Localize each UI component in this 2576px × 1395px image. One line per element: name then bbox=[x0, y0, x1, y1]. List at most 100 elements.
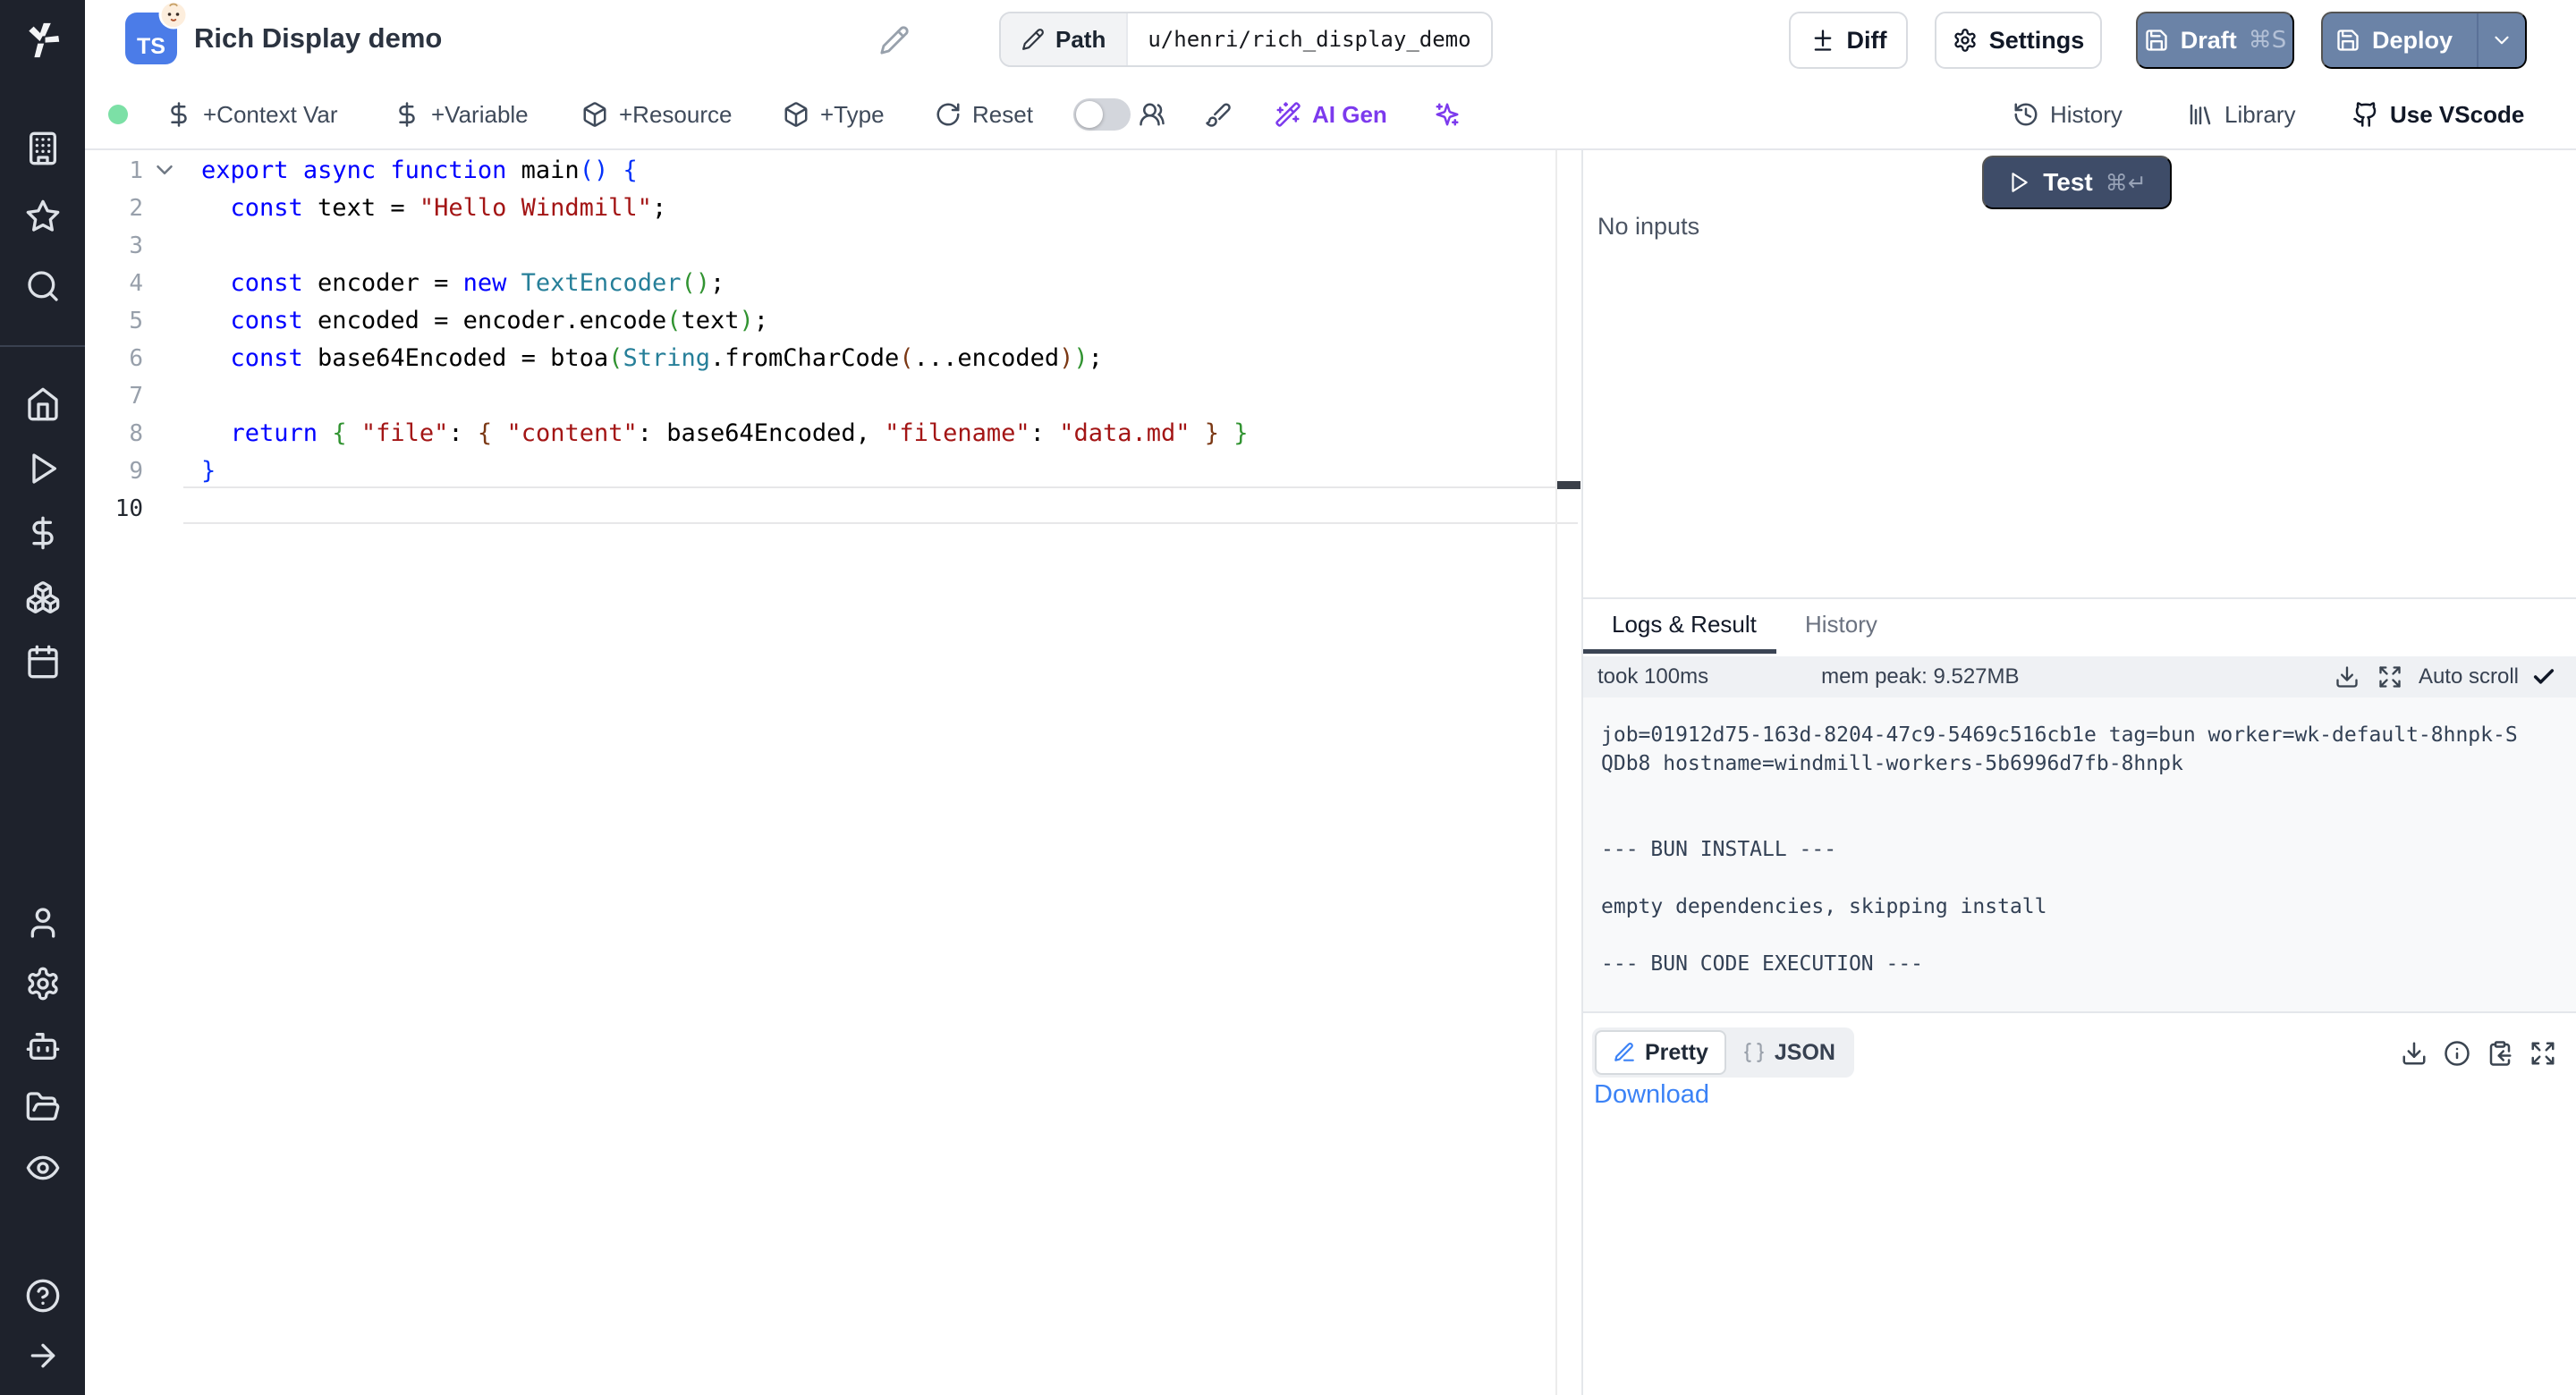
tab-history[interactable]: History bbox=[1805, 599, 1877, 649]
history-button[interactable]: History bbox=[2012, 80, 2123, 148]
user-icon[interactable] bbox=[25, 905, 61, 941]
path-label[interactable]: Path bbox=[1001, 13, 1128, 65]
line-number: 8 bbox=[85, 415, 183, 452]
line-number-gutter: 12345678910 bbox=[85, 152, 183, 528]
reset-label: Reset bbox=[972, 101, 1033, 129]
add-type-button[interactable]: +Type bbox=[783, 80, 885, 148]
job-logs[interactable]: job=01912d75-163d-8204-47c9-5469c516cb1e… bbox=[1583, 698, 2576, 1011]
download-logs-icon[interactable] bbox=[2334, 664, 2360, 689]
code-line[interactable] bbox=[201, 377, 1249, 415]
expand-logs-icon[interactable] bbox=[2377, 664, 2402, 689]
edit-summary-pencil-icon[interactable] bbox=[879, 25, 910, 55]
fold-chevron-down-icon[interactable] bbox=[151, 156, 178, 183]
check-icon[interactable] bbox=[2531, 664, 2556, 689]
add-context-var-label: +Context Var bbox=[203, 101, 338, 129]
tab-logs-result[interactable]: Logs & Result bbox=[1612, 599, 1757, 649]
job-stats-bar: took 100ms mem peak: 9.527MB Auto scroll bbox=[1583, 656, 2576, 698]
deploy-button-label: Deploy bbox=[2372, 27, 2453, 55]
dollar-icon bbox=[394, 101, 420, 128]
auto-scroll-label[interactable]: Auto scroll bbox=[2419, 664, 2519, 689]
format-brush-button[interactable] bbox=[1205, 80, 1232, 148]
bot-icon[interactable] bbox=[25, 1028, 61, 1064]
code-content[interactable]: export async function main() { const tex… bbox=[201, 152, 1249, 528]
copy-clipboard-icon[interactable] bbox=[2487, 1040, 2513, 1067]
schedules-calendar-icon[interactable] bbox=[25, 644, 61, 680]
runs-play-icon[interactable] bbox=[25, 451, 61, 486]
code-line[interactable] bbox=[201, 227, 1249, 265]
active-tab-underline bbox=[1583, 649, 1776, 654]
deploy-button[interactable]: Deploy bbox=[2321, 12, 2527, 69]
add-context-var-button[interactable]: +Context Var bbox=[165, 80, 338, 148]
line-number: 5 bbox=[85, 302, 183, 340]
reset-button[interactable]: Reset bbox=[935, 80, 1033, 148]
paintbrush-icon bbox=[1205, 101, 1232, 128]
refresh-icon bbox=[935, 101, 962, 128]
use-vscode-button[interactable]: Use VScode bbox=[2352, 80, 2524, 148]
save-icon bbox=[2335, 28, 2360, 53]
ai-gen-label: AI Gen bbox=[1312, 101, 1387, 129]
search-icon[interactable] bbox=[25, 268, 61, 304]
add-variable-button[interactable]: +Variable bbox=[394, 80, 529, 148]
test-button[interactable]: Test ⌘↵ bbox=[1982, 156, 2172, 209]
add-resource-label: +Resource bbox=[619, 101, 732, 129]
home-icon[interactable] bbox=[25, 386, 61, 422]
path-widget[interactable]: Path u/henri/rich_display_demo bbox=[999, 12, 1493, 67]
download-result-icon[interactable] bbox=[2401, 1040, 2428, 1067]
save-icon bbox=[2144, 28, 2169, 53]
windmill-logo[interactable] bbox=[0, 0, 85, 80]
ai-gen-button[interactable]: AI Gen bbox=[1275, 80, 1387, 148]
code-editor[interactable]: 12345678910 export async function main()… bbox=[85, 150, 1581, 1395]
draft-button[interactable]: Draft ⌘S bbox=[2136, 12, 2294, 69]
settings-button-label: Settings bbox=[1989, 27, 2085, 55]
code-line[interactable]: const text = "Hello Windmill"; bbox=[201, 190, 1249, 227]
settings-gear-icon[interactable] bbox=[25, 966, 61, 1002]
info-icon[interactable] bbox=[2444, 1040, 2470, 1067]
favorites-star-icon[interactable] bbox=[25, 199, 61, 234]
code-line[interactable]: const encoded = encoder.encode(text); bbox=[201, 302, 1249, 340]
multiplayer-toggle[interactable] bbox=[1073, 80, 1131, 148]
code-line[interactable]: } bbox=[201, 452, 1249, 490]
app-sidebar bbox=[0, 0, 85, 1395]
add-resource-button[interactable]: +Resource bbox=[581, 80, 732, 148]
toggle-switch-off[interactable] bbox=[1073, 98, 1131, 131]
package-icon bbox=[581, 101, 608, 128]
code-line[interactable]: const encoder = new TextEncoder(); bbox=[201, 265, 1249, 302]
editor-toolbar: +Context Var +Variable +Resource +Type R… bbox=[85, 80, 2576, 150]
folder-open-icon[interactable] bbox=[25, 1089, 61, 1125]
overview-ruler bbox=[1555, 150, 1557, 1395]
deploy-dropdown[interactable] bbox=[2477, 13, 2525, 67]
toggle-knob bbox=[1076, 101, 1103, 128]
download-link[interactable]: Download bbox=[1594, 1080, 1709, 1110]
code-line[interactable] bbox=[201, 490, 1249, 528]
path-value[interactable]: u/henri/rich_display_demo bbox=[1128, 13, 1490, 65]
line-number: 10 bbox=[85, 490, 183, 528]
help-icon[interactable] bbox=[25, 1278, 61, 1314]
expand-sidebar-arrow-icon[interactable] bbox=[25, 1338, 61, 1374]
code-line[interactable]: return { "file": { "content": base64Enco… bbox=[201, 415, 1249, 452]
json-label: JSON bbox=[1775, 1040, 1835, 1066]
resources-boxes-icon[interactable] bbox=[25, 579, 61, 615]
test-button-label: Test bbox=[2043, 168, 2093, 197]
collaborators-button[interactable] bbox=[1139, 80, 1165, 148]
deploy-main[interactable]: Deploy bbox=[2323, 13, 2465, 67]
line-number: 9 bbox=[85, 452, 183, 490]
workspace-building-icon[interactable] bbox=[25, 131, 61, 166]
code-line[interactable]: const base64Encoded = btoa(String.fromCh… bbox=[201, 340, 1249, 377]
pretty-label: Pretty bbox=[1645, 1040, 1708, 1066]
ai-sparkles-button[interactable] bbox=[1434, 80, 1461, 148]
diff-button-label: Diff bbox=[1847, 27, 1887, 55]
variables-dollar-icon[interactable] bbox=[25, 515, 61, 551]
diff-button[interactable]: Diff bbox=[1789, 12, 1908, 69]
play-icon bbox=[2007, 171, 2030, 194]
windmill-pinwheel-icon bbox=[22, 20, 64, 61]
add-type-label: +Type bbox=[820, 101, 885, 129]
expand-result-icon[interactable] bbox=[2529, 1040, 2556, 1067]
json-view-button[interactable]: JSON bbox=[1726, 1030, 1852, 1075]
settings-button[interactable]: Settings bbox=[1935, 12, 2102, 69]
code-line[interactable]: export async function main() { bbox=[201, 152, 1249, 190]
pretty-view-button[interactable]: Pretty bbox=[1595, 1030, 1726, 1075]
add-variable-label: +Variable bbox=[431, 101, 529, 129]
history-label: History bbox=[2050, 101, 2123, 129]
eye-icon[interactable] bbox=[25, 1150, 61, 1186]
library-button[interactable]: Library bbox=[2187, 80, 2295, 148]
